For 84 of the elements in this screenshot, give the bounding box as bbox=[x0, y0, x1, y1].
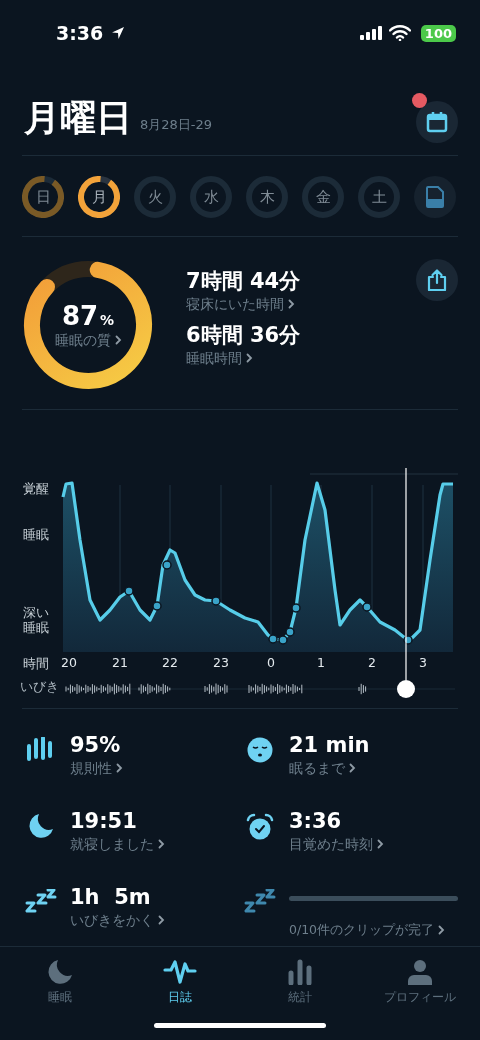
stat-link[interactable]: 就寝しました bbox=[70, 835, 165, 853]
chevron-icon bbox=[116, 763, 123, 773]
chevron-icon bbox=[288, 299, 295, 309]
sleeping-face-icon bbox=[247, 737, 273, 763]
quality-link[interactable]: 睡眠の質 bbox=[54, 331, 122, 349]
sleep-stage-label: 睡眠 bbox=[23, 527, 50, 542]
chevron-icon bbox=[158, 839, 165, 849]
chevron-icon bbox=[349, 763, 356, 773]
day-title: 月曜日 bbox=[24, 95, 132, 140]
chevron-icon bbox=[377, 839, 384, 849]
moon-icon bbox=[28, 813, 54, 839]
playback-handle[interactable] bbox=[396, 679, 416, 699]
calendar-icon bbox=[426, 111, 448, 133]
stat-link[interactable]: 目覚めた時刻 bbox=[289, 835, 384, 853]
hour-label: 20 bbox=[60, 655, 78, 670]
day-ring[interactable]: 火 bbox=[134, 176, 176, 218]
date-range: 8月28日-29 bbox=[140, 116, 213, 134]
calendar-button[interactable] bbox=[416, 101, 458, 143]
sleep-stage-label: 覚醒 bbox=[23, 481, 50, 496]
alarm-clock-icon bbox=[246, 813, 274, 841]
stat-value: 3:36 bbox=[289, 808, 342, 835]
location-arrow-icon bbox=[111, 26, 126, 40]
zzz-icon bbox=[244, 889, 276, 915]
snore-event-dot bbox=[285, 627, 295, 637]
chevron-icon bbox=[114, 335, 122, 345]
nav-tab[interactable]: プロフィール bbox=[360, 947, 480, 1009]
quality-score: 87 bbox=[61, 301, 99, 331]
chevron-icon bbox=[158, 915, 165, 925]
day-ring[interactable]: 木 bbox=[246, 176, 288, 218]
hour-label: 0 bbox=[266, 655, 276, 670]
snore-event-dot bbox=[291, 603, 301, 613]
duration-link[interactable]: 睡眠時間 bbox=[186, 349, 253, 367]
stat-value: 21 min bbox=[289, 732, 370, 759]
stat-value: 95% bbox=[70, 732, 121, 759]
status-time: 3:36 bbox=[56, 22, 104, 44]
share-button[interactable] bbox=[416, 259, 458, 301]
snore-event-dot bbox=[362, 602, 372, 612]
wifi-icon bbox=[388, 25, 411, 41]
snore-event-dot bbox=[124, 586, 134, 596]
chevron-icon bbox=[246, 353, 253, 363]
bar-chart-icon bbox=[287, 959, 313, 985]
duration-value: 6時間 36分 bbox=[186, 322, 301, 349]
hour-label: 3 bbox=[418, 655, 428, 670]
zzz-icon bbox=[25, 889, 57, 915]
snore-event-dot bbox=[268, 634, 278, 644]
snore-event-dot bbox=[403, 635, 413, 645]
snore-event-dot bbox=[162, 560, 172, 570]
chevron-icon bbox=[438, 925, 446, 935]
percent-sign: % bbox=[100, 312, 115, 328]
hour-label: 23 bbox=[212, 655, 230, 670]
document-icon bbox=[426, 186, 444, 208]
stat-link[interactable]: いびきをかく bbox=[70, 911, 165, 929]
snore-label: いびき bbox=[20, 679, 59, 696]
stat-link[interactable]: 眠るまで bbox=[289, 759, 356, 777]
stat-value: 1h 5m bbox=[70, 884, 151, 911]
snore-event-dot bbox=[152, 601, 162, 611]
hour-label: 21 bbox=[111, 655, 129, 670]
sleep-stage-label: 深い睡眠 bbox=[23, 605, 50, 635]
nav-tab[interactable]: 日誌 bbox=[120, 947, 240, 1009]
duration-value: 7時間 44分 bbox=[186, 268, 301, 295]
stat-value: 19:51 bbox=[70, 808, 137, 835]
day-ring[interactable]: 金 bbox=[302, 176, 344, 218]
day-ring[interactable]: 日 bbox=[22, 176, 64, 218]
battery-indicator: 100 bbox=[420, 24, 456, 42]
report-button[interactable] bbox=[414, 176, 456, 218]
hour-label: 1 bbox=[316, 655, 326, 670]
hour-label: 2 bbox=[367, 655, 377, 670]
stat-link[interactable]: 規則性 bbox=[70, 759, 123, 777]
duration-link[interactable]: 寝床にいた時間 bbox=[186, 295, 295, 313]
wave-icon bbox=[163, 959, 197, 985]
time-axis-label: 時間 bbox=[23, 655, 49, 673]
share-icon bbox=[427, 269, 447, 291]
moon-icon bbox=[47, 959, 73, 985]
hour-label: 22 bbox=[161, 655, 179, 670]
nav-tab[interactable]: 睡眠 bbox=[0, 947, 120, 1009]
person-icon bbox=[407, 959, 433, 985]
day-ring[interactable]: 水 bbox=[190, 176, 232, 218]
snore-event-dot bbox=[278, 635, 288, 645]
nav-tab[interactable]: 統計 bbox=[240, 947, 360, 1009]
signal-icon bbox=[358, 26, 383, 40]
day-ring[interactable]: 土 bbox=[358, 176, 400, 218]
snore-event-dot bbox=[211, 596, 221, 606]
clips-link[interactable]: 0/10件のクリップが完了 bbox=[289, 921, 446, 939]
day-ring[interactable]: 月 bbox=[78, 176, 120, 218]
